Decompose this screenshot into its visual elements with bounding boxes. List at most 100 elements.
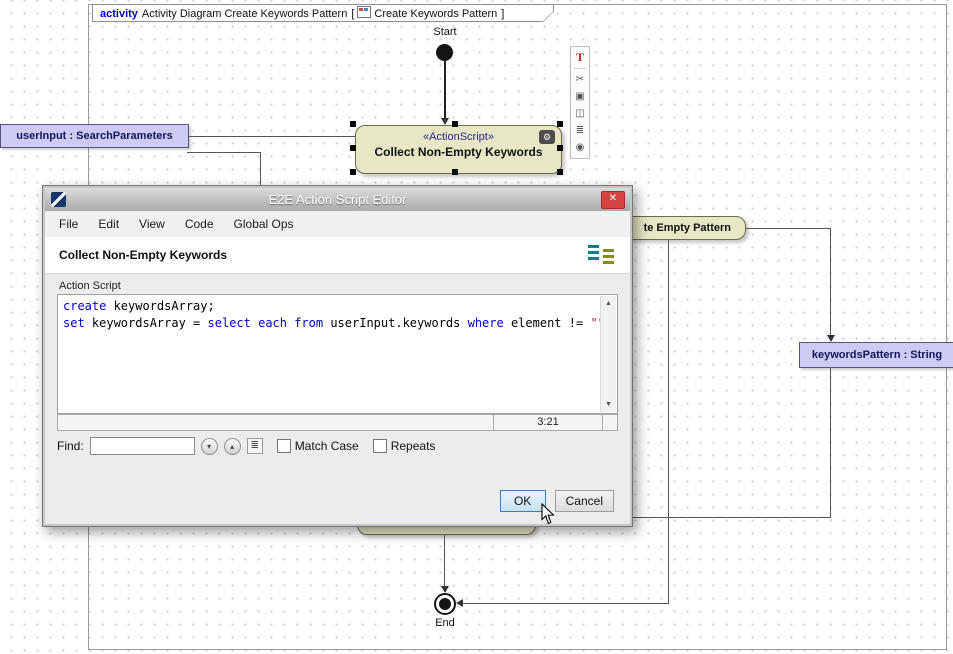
code-token: userInput.keywords: [323, 316, 468, 330]
edge-to-end-h[interactable]: [460, 603, 668, 604]
edge-keywordspattern-down[interactable]: [830, 366, 831, 517]
match-case-label: Match Case: [295, 439, 359, 453]
scroll-up-button[interactable]: ▲: [601, 296, 616, 311]
object-node-keywordspattern[interactable]: keywordsPattern : String: [799, 342, 953, 368]
frame-title-name: Activity Diagram Create Keywords Pattern: [142, 8, 347, 20]
edge-right-vertical-1[interactable]: [668, 240, 669, 604]
selection-handle[interactable]: [350, 121, 356, 127]
editor-status-bar: 3:21: [57, 414, 618, 431]
object-node-userinput[interactable]: userInput : SearchParameters: [0, 124, 189, 148]
menu-view[interactable]: View: [139, 217, 165, 231]
dialog-section: Action Script create keywordsArray;set k…: [45, 274, 630, 524]
selection-handle[interactable]: [452, 169, 458, 175]
code-token: select each from: [208, 316, 324, 330]
code-token: keywordsArray =: [85, 316, 208, 330]
ok-button[interactable]: OK: [500, 490, 546, 512]
dialog-button-row: OK Cancel: [57, 490, 618, 512]
app-icon: [51, 192, 66, 207]
code-token: set: [63, 316, 85, 330]
edge-action-to-end[interactable]: [444, 531, 445, 586]
close-button[interactable]: ✕: [601, 191, 625, 209]
final-node[interactable]: [434, 593, 456, 615]
dialog-title: E2E Action Script Editor: [45, 192, 630, 207]
action-script-editor-dialog: E2E Action Script Editor ✕ File Edit Vie…: [42, 185, 633, 527]
actionscript-badge-icon[interactable]: ⚙: [539, 130, 555, 144]
diagram-icon: [357, 6, 371, 18]
find-next-button[interactable]: ▾: [201, 438, 218, 455]
partial-action-name: te Empty Pattern: [644, 222, 731, 234]
menu-file[interactable]: File: [59, 217, 78, 231]
repeats-group: Repeats: [373, 439, 436, 453]
scissors-icon[interactable]: ✂: [572, 71, 588, 88]
find-options-icon[interactable]: ≣: [247, 438, 263, 454]
diagram-canvas: activity Activity Diagram Create Keywords…: [0, 0, 953, 654]
code-editor-panel: create keywordsArray;set keywordsArray =…: [57, 294, 618, 414]
status-message-cell: [57, 414, 494, 431]
selection-handle[interactable]: [452, 121, 458, 127]
code-line-1: create keywordsArray;: [63, 298, 596, 315]
dialog-body: File Edit View Code Global Ops Collect N…: [45, 211, 630, 524]
selection-handle[interactable]: [557, 121, 563, 127]
text-tool-icon[interactable]: T: [572, 49, 588, 66]
code-token: "": [590, 316, 600, 330]
frame-title: activity Activity Diagram Create Keywords…: [100, 6, 504, 20]
code-line-2: set keywordsArray = select each from use…: [63, 315, 596, 332]
target-tool-icon[interactable]: ◉: [572, 139, 588, 156]
frame-title-bracket-open: [: [351, 8, 354, 20]
object-node-keywordspattern-label: keywordsPattern : String: [812, 349, 942, 361]
menu-code[interactable]: Code: [185, 217, 214, 231]
action-name: Collect Non-Empty Keywords: [356, 145, 561, 159]
end-node-label: End: [423, 617, 467, 629]
cancel-button[interactable]: Cancel: [555, 490, 614, 512]
action-node-collect-keywords[interactable]: «ActionScript» Collect Non-Empty Keyword…: [355, 125, 562, 174]
action-stereotype: «ActionScript»: [356, 131, 561, 143]
arrowhead: [441, 118, 449, 125]
selection-handle[interactable]: [350, 169, 356, 175]
arrowhead: [827, 335, 835, 342]
code-token: create: [63, 299, 106, 313]
action-script-panel-title: Action Script: [59, 280, 618, 292]
edge-to-keywordspattern-v[interactable]: [830, 228, 831, 335]
edge-userinput-branch-h[interactable]: [187, 152, 260, 153]
shape-tool-icon[interactable]: ▣: [572, 88, 588, 105]
scroll-down-button[interactable]: ▼: [601, 397, 616, 412]
e2e-logo-icon: [586, 244, 616, 266]
dialog-header: Collect Non-Empty Keywords: [45, 237, 630, 274]
find-label: Find:: [57, 439, 84, 453]
code-token: keywordsArray;: [106, 299, 214, 313]
find-previous-button[interactable]: ▴: [224, 438, 241, 455]
code-token: element !=: [504, 316, 591, 330]
caret-position-indicator: 3:21: [493, 414, 603, 431]
edge-start-to-action[interactable]: [444, 61, 446, 118]
selection-handle[interactable]: [557, 145, 563, 151]
menu-global-ops[interactable]: Global Ops: [234, 217, 294, 231]
mouse-cursor: [541, 503, 556, 525]
initial-node[interactable]: [436, 44, 453, 61]
edge-to-keywordspattern-h[interactable]: [746, 228, 830, 229]
frame-title-diagram-name: Create Keywords Pattern: [374, 8, 497, 20]
menu-bar: File Edit View Code Global Ops: [45, 211, 630, 237]
dialog-titlebar[interactable]: E2E Action Script Editor ✕: [45, 188, 630, 211]
script-name-title: Collect Non-Empty Keywords: [59, 248, 227, 262]
list-tool-icon[interactable]: ≣: [572, 122, 588, 139]
status-corner-cell: [602, 414, 618, 431]
find-bar: Find: ▾ ▴ ≣ Match Case Repeats: [57, 437, 618, 455]
panel-tool-icon[interactable]: ◫: [572, 105, 588, 122]
edge-right-horizontal[interactable]: [633, 517, 831, 518]
frame-title-keyword: activity: [100, 8, 138, 20]
arrowhead: [441, 586, 449, 593]
edge-userinput-to-action[interactable]: [187, 136, 355, 137]
menu-edit[interactable]: Edit: [98, 217, 119, 231]
vertical-scrollbar[interactable]: ▲ ▼: [600, 296, 616, 412]
arrowhead: [456, 599, 463, 607]
match-case-checkbox[interactable]: [277, 439, 291, 453]
repeats-checkbox[interactable]: [373, 439, 387, 453]
code-editor[interactable]: create keywordsArray;set keywordsArray =…: [59, 296, 600, 412]
toolbar-divider: [574, 68, 586, 69]
start-node-label: Start: [423, 26, 467, 38]
selection-handle[interactable]: [350, 145, 356, 151]
selection-handle[interactable]: [557, 169, 563, 175]
find-input[interactable]: [90, 437, 195, 455]
edge-userinput-branch-v[interactable]: [260, 152, 261, 185]
code-token: where: [468, 316, 504, 330]
